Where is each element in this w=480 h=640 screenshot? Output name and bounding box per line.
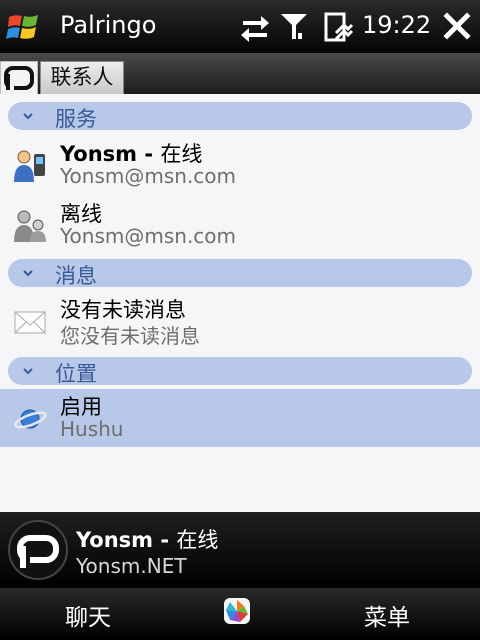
tab-contacts[interactable]: 联系人 [40, 61, 124, 94]
section-label: 服务 [55, 107, 97, 131]
contact-list: 服务 Yonsm - 在线 Yonsm@msn.com 离线 Yonsm@msn… [0, 94, 480, 512]
list-item-online-account[interactable]: Yonsm - 在线 Yonsm@msn.com [0, 136, 480, 194]
offline-contact-icon [14, 210, 46, 242]
app-launcher-icon[interactable] [220, 594, 254, 628]
item-subtitle: Hushu [60, 417, 124, 441]
planet-icon [13, 409, 47, 429]
online-contact-icon [14, 150, 45, 182]
windows-start-icon[interactable] [6, 9, 42, 45]
chevron-down-icon [23, 270, 33, 277]
section-header-services[interactable]: 服务 [8, 102, 472, 131]
title-bar: Palringo 19:22 [0, 0, 480, 53]
close-icon[interactable] [441, 10, 473, 42]
list-item-location[interactable]: 启用 Hushu [0, 389, 480, 447]
palringo-tab-icon [4, 66, 34, 90]
list-item-messages[interactable]: 没有未读消息 您没有未读消息 [0, 292, 480, 350]
chevron-down-icon [23, 368, 33, 375]
envelope-icon [14, 311, 46, 334]
tab-strip: 联系人 [0, 53, 480, 94]
section-label: 位置 [55, 362, 97, 386]
profile-bar[interactable]: Yonsm - 在线 Yonsm.NET [0, 512, 480, 588]
app-title: Palringo [60, 11, 157, 39]
section-header-messages[interactable]: 消息 [8, 259, 472, 288]
signal-strength-icon[interactable] [278, 11, 310, 43]
profile-status: Yonsm.NET [76, 554, 187, 578]
tab-palringo[interactable] [0, 61, 38, 94]
item-subtitle: Yonsm@msn.com [60, 224, 237, 248]
profile-name: Yonsm - 在线 [76, 528, 219, 552]
item-subtitle: 您没有未读消息 [60, 324, 200, 348]
softkey-chat[interactable]: 聊天 [65, 598, 111, 632]
clock: 19:22 [362, 11, 432, 39]
section-label: 消息 [55, 264, 97, 288]
battery-sync-icon[interactable] [322, 11, 354, 43]
softkey-menu[interactable]: 菜单 [364, 598, 410, 632]
item-subtitle: Yonsm@msn.com [60, 164, 237, 188]
section-header-location[interactable]: 位置 [8, 357, 472, 386]
data-connection-icon[interactable] [239, 11, 271, 43]
chevron-down-icon [23, 113, 33, 120]
palringo-avatar-icon [8, 520, 68, 580]
softkey-bar: 聊天 菜单 [0, 588, 480, 640]
list-item-offline-account[interactable]: 离线 Yonsm@msn.com [0, 196, 480, 254]
